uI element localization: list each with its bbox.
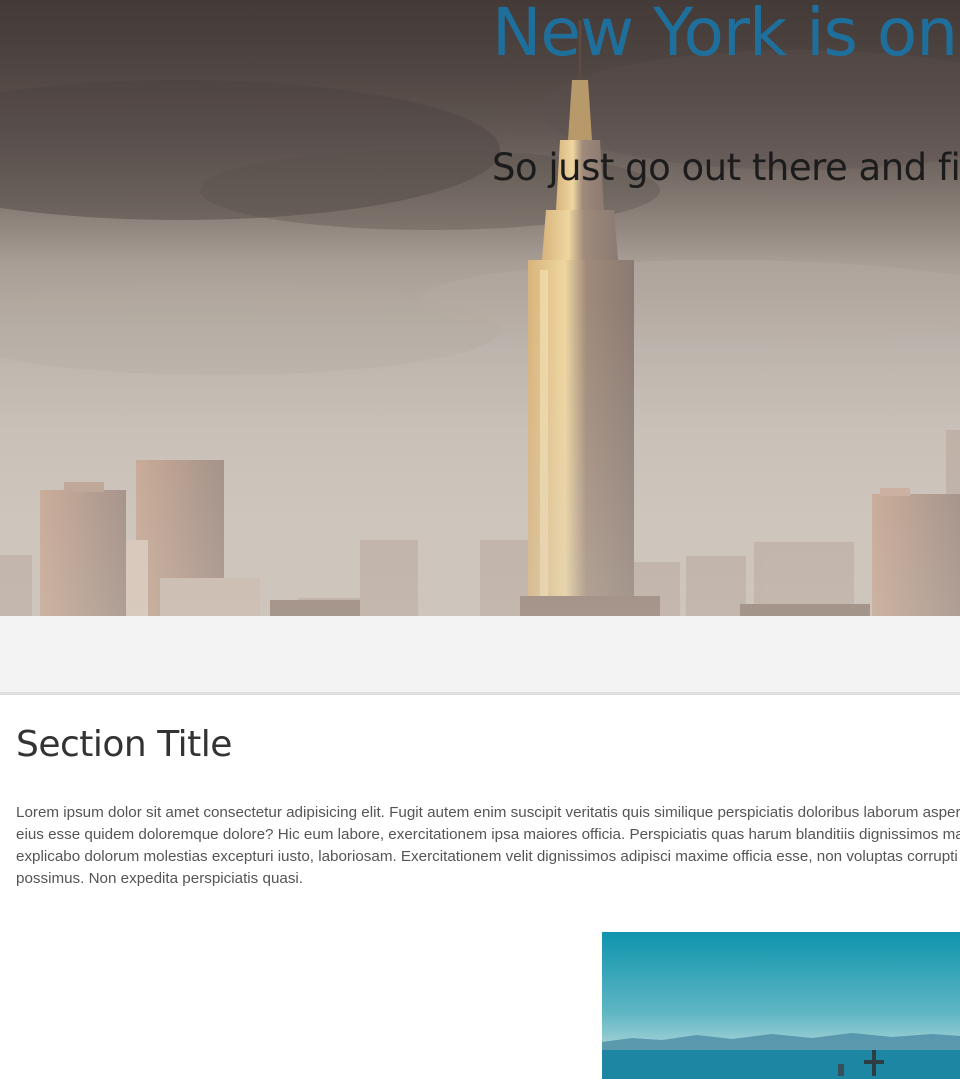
hero-subtitle: So just go out there and find it [492,146,960,189]
section-body-text: Lorem ipsum dolor sit amet consectetur a… [16,804,960,887]
page: New York is one of a kind So just go out… [0,0,960,1079]
city-skyline-image [0,0,960,616]
hero-banner: New York is one of a kind So just go out… [0,0,960,616]
divider-band [0,616,960,695]
harbor-photo [602,932,960,1079]
section-title: Section Title [16,724,232,765]
hero-title: New York is one of a kind [492,0,960,71]
